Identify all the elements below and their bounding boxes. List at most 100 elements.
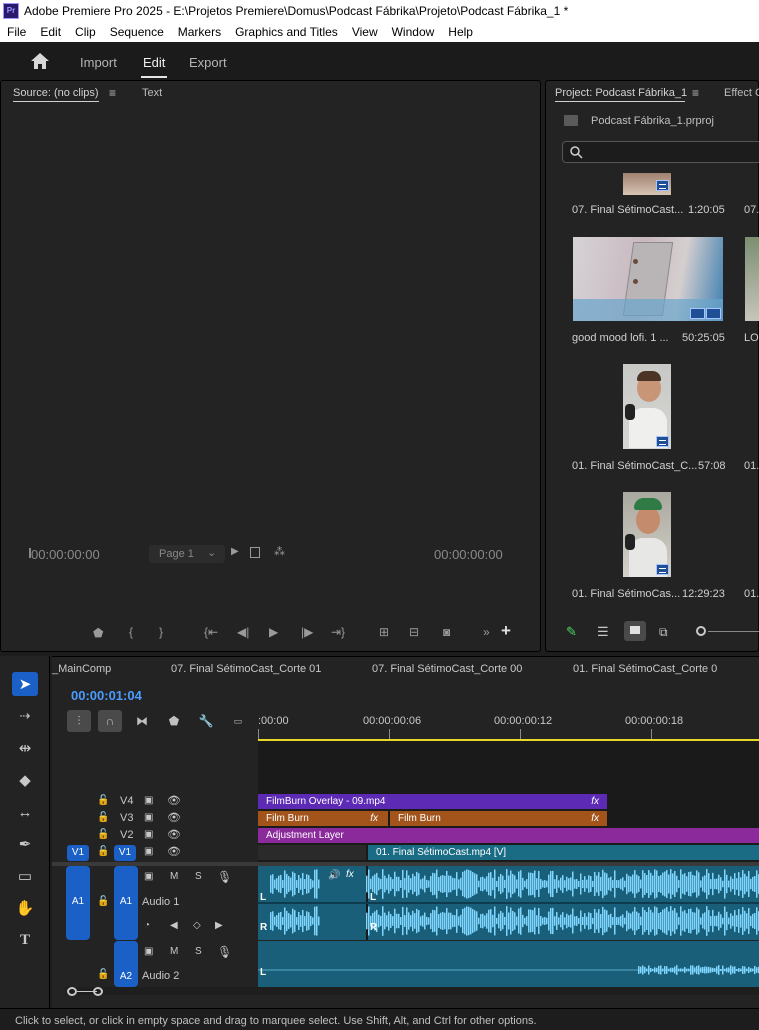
menu-markers[interactable]: Markers — [178, 25, 221, 39]
nest-sequence-icon[interactable]: ⫶ — [67, 710, 91, 732]
effect-controls-tab[interactable]: Effect C — [724, 87, 759, 99]
clip[interactable]: 01. Final SétimoCast.mp4 [V] — [368, 845, 759, 860]
slip-tool-icon[interactable]: ↔ — [12, 800, 38, 824]
menu-help[interactable]: Help — [448, 25, 473, 39]
captions-icon[interactable]: ▭ — [226, 710, 250, 732]
next-keyframe-icon[interactable]: ▶ — [215, 920, 223, 931]
play-small-icon[interactable]: ▶ — [231, 546, 239, 557]
mute-button[interactable]: M — [170, 946, 178, 957]
empty-gap[interactable] — [258, 845, 366, 860]
clip[interactable]: Film Burn fx — [390, 811, 607, 826]
source-patch-v1[interactable]: V1 — [67, 845, 89, 861]
add-keyframe-icon[interactable]: ◇ — [193, 920, 201, 931]
step-back-icon[interactable]: ◀︎| — [237, 625, 249, 639]
clip[interactable]: FilmBurn Overlay - 09.mp4 fx — [258, 794, 607, 809]
project-search-input[interactable] — [562, 141, 759, 163]
track-label[interactable]: V2 — [120, 829, 133, 841]
drop-frame-icon[interactable]: ⁂ — [274, 545, 285, 558]
project-item-name-partial[interactable]: 01. — [744, 588, 759, 600]
menu-window[interactable]: Window — [392, 25, 435, 39]
eye-icon[interactable]: 👁 — [167, 811, 181, 824]
eye-icon[interactable]: 👁 — [167, 794, 181, 807]
safe-margins-icon[interactable] — [250, 547, 260, 558]
snap-icon[interactable]: ∩ — [98, 710, 122, 732]
menu-view[interactable]: View — [352, 25, 378, 39]
mark-in-icon[interactable]: { — [129, 625, 133, 639]
mute-button[interactable]: M — [170, 871, 178, 882]
solo-button[interactable]: S — [195, 871, 202, 882]
tab-export[interactable]: Export — [189, 55, 227, 70]
project-item-name[interactable]: 07. Final SétimoCast... — [572, 204, 683, 216]
sync-lock-icon[interactable]: ▣ — [144, 812, 153, 823]
zoom-handle-left[interactable] — [67, 987, 77, 996]
microphone-icon[interactable]: 🎙 — [217, 945, 232, 959]
mark-out-icon[interactable]: } — [159, 625, 163, 639]
source-timecode-left[interactable]: 00:00:00:00 — [31, 547, 100, 562]
pencil-icon[interactable]: ✎ — [566, 624, 577, 640]
menu-graphics-and-titles[interactable]: Graphics and Titles — [235, 25, 338, 39]
menu-sequence[interactable]: Sequence — [110, 25, 164, 39]
audio-clip-a2-waveform[interactable] — [258, 941, 759, 987]
sync-lock-icon[interactable]: ▣ — [144, 946, 153, 957]
add-marker-icon[interactable]: ⬟ — [162, 710, 186, 732]
hand-tool-icon[interactable]: ✋ — [12, 896, 38, 920]
zoom-handle-right[interactable] — [93, 987, 103, 996]
menu-file[interactable]: File — [7, 25, 26, 39]
timeline-zoom-scrollbar[interactable] — [65, 987, 759, 996]
play-icon[interactable]: ▶ — [269, 625, 278, 639]
lock-icon[interactable]: 🔓 — [97, 896, 109, 907]
track-target-a1[interactable]: A1 — [114, 866, 138, 940]
project-item-name[interactable]: 01. Final SétimoCas... — [572, 588, 680, 600]
marker-icon[interactable]: ⬟ — [93, 626, 103, 640]
sequence-tab[interactable]: 07. Final SétimoCast_Corte 00 — [372, 663, 522, 675]
go-to-out-icon[interactable]: ⇥} — [331, 625, 345, 639]
menu-edit[interactable]: Edit — [40, 25, 61, 39]
lock-icon[interactable]: 🔓 — [97, 846, 109, 857]
text-tab[interactable]: Text — [142, 87, 162, 99]
tab-edit[interactable]: Edit — [143, 55, 165, 70]
track-select-tool-icon[interactable]: ⇢ — [12, 704, 38, 728]
ripple-edit-tool-icon[interactable]: ⇹ — [12, 736, 38, 760]
linked-selection-icon[interactable]: ⧓ — [130, 710, 154, 732]
solo-button[interactable]: S — [195, 946, 202, 957]
add-button-icon[interactable]: + — [501, 621, 511, 641]
zoom-slider-track[interactable] — [708, 631, 759, 632]
sync-lock-icon[interactable]: ▣ — [144, 795, 153, 806]
lock-icon[interactable]: 🔓 — [97, 795, 109, 806]
keyframe-toggle-icon[interactable]: ◔ — [144, 920, 150, 931]
menu-clip[interactable]: Clip — [75, 25, 96, 39]
track-label[interactable]: V3 — [120, 812, 133, 824]
sync-lock-icon[interactable]: ▣ — [144, 846, 153, 857]
overwrite-icon[interactable]: ⊟ — [409, 625, 419, 639]
export-frame-icon[interactable]: ◙ — [443, 625, 450, 639]
insert-icon[interactable]: ⊞ — [379, 625, 389, 639]
zoom-slider-handle[interactable] — [696, 626, 706, 636]
track-target-v1[interactable]: V1 — [114, 845, 136, 861]
project-item-name[interactable]: good mood lofi. 1 ... — [572, 332, 669, 344]
track-target-a2[interactable]: A2 — [114, 941, 138, 987]
pen-tool-icon[interactable]: ✒ — [12, 832, 38, 856]
clip[interactable]: Film Burn fx — [258, 811, 388, 826]
track-area-v2[interactable]: Adjustment Layer — [258, 827, 759, 844]
track-name[interactable]: Audio 1 — [142, 896, 179, 908]
step-forward-icon[interactable]: |▶︎ — [301, 625, 313, 639]
freeform-view-icon[interactable]: ⧉ — [659, 625, 668, 640]
track-area-v3[interactable]: Film Burn fx Film Burn fx — [258, 810, 759, 827]
track-area-v1[interactable]: 01. Final SétimoCast.mp4 [V] — [258, 844, 759, 862]
microphone-icon[interactable]: 🎙 — [217, 870, 232, 884]
prev-keyframe-icon[interactable]: ◀ — [170, 920, 178, 931]
clip[interactable]: Adjustment Layer — [258, 828, 759, 843]
project-item-name-partial[interactable]: 07. — [744, 204, 759, 216]
tab-import[interactable]: Import — [80, 55, 117, 70]
project-panel-menu-icon[interactable]: ≡ — [692, 86, 699, 100]
track-name[interactable]: Audio 2 — [142, 970, 179, 982]
sequence-tab[interactable]: _MainComp — [52, 663, 111, 675]
lock-icon[interactable]: 🔓 — [97, 812, 109, 823]
icon-view-button[interactable] — [624, 621, 646, 641]
sequence-tab[interactable]: 01. Final SétimoCast_Corte 0 — [573, 663, 717, 675]
eye-icon[interactable]: 👁 — [167, 845, 181, 858]
wrench-icon[interactable]: 🔧 — [194, 710, 218, 732]
project-item-name[interactable]: 01. Final SétimoCast_C... — [572, 460, 697, 472]
type-tool-icon[interactable]: T — [12, 928, 38, 952]
razor-tool-icon[interactable]: ◆ — [12, 768, 38, 792]
